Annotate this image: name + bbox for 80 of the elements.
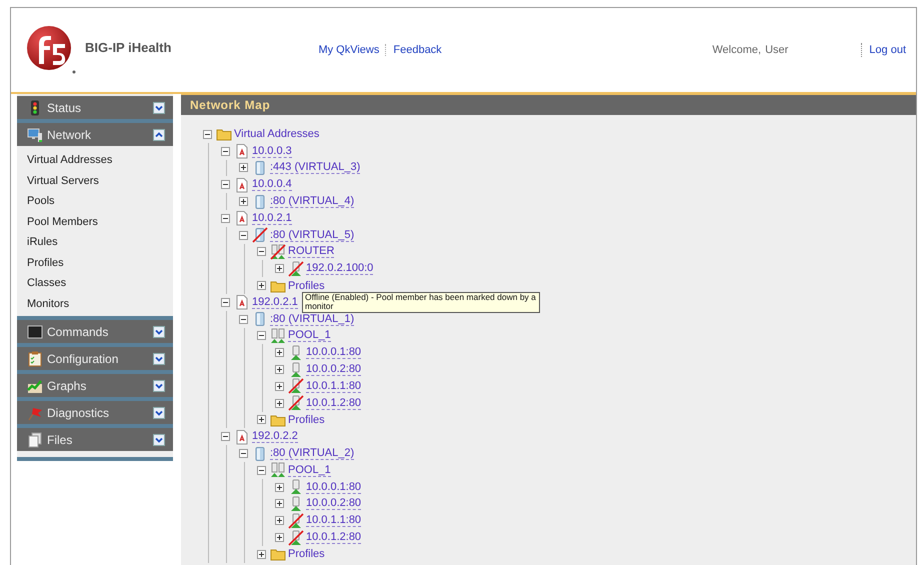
sidebar-section-header[interactable]: Configuration (17, 347, 173, 370)
collapse-icon[interactable] (221, 180, 231, 190)
collapse-icon[interactable] (221, 214, 231, 223)
collapse-icon[interactable] (257, 331, 267, 340)
expand-icon[interactable] (257, 415, 267, 424)
tree-node-link[interactable]: 10.0.0.4 (252, 178, 292, 192)
tooltip: Offline (Enabled) - Pool member has been marked down by a monitor (302, 292, 540, 312)
clipboard-icon (27, 350, 43, 366)
tree-node-link[interactable]: Profiles (288, 280, 325, 292)
sidebar-section-header[interactable]: Commands (17, 320, 173, 343)
expand-icon[interactable] (275, 533, 285, 542)
tree-node-link[interactable]: 10.0.2.1 (252, 212, 292, 225)
sidebar-item[interactable]: Profiles (27, 256, 64, 269)
expand-icon[interactable] (275, 482, 285, 492)
expand-icon[interactable] (275, 516, 285, 526)
collapse-icon[interactable] (203, 130, 213, 139)
sidebar-section-header[interactable]: Network (17, 123, 173, 146)
collapse-icon[interactable] (221, 298, 231, 307)
expand-icon[interactable] (275, 398, 285, 408)
tree-node-link[interactable]: POOL_1 (288, 329, 331, 342)
collapse-icon[interactable] (239, 230, 249, 240)
tree-node-link[interactable]: :80 (VIRTUAL_4) (270, 195, 354, 208)
expand-icon[interactable] (257, 550, 267, 559)
sidebar-item[interactable]: Virtual Servers (27, 174, 99, 187)
expand-icon[interactable] (257, 281, 267, 290)
header-link[interactable]: Feedback (393, 44, 442, 56)
collapse-icon[interactable] (257, 247, 267, 256)
tree-node-link[interactable]: 10.0.1.2:80 (306, 396, 362, 410)
welcome-text: Welcome, (712, 44, 762, 56)
terminal-icon (27, 324, 43, 340)
expand-icon[interactable] (275, 348, 285, 358)
sidebar-section-header[interactable]: Graphs (17, 374, 173, 397)
sidebar-item[interactable]: Virtual Addresses (27, 154, 112, 166)
tree-node-link[interactable]: 192.0.2.100:0 (306, 262, 374, 276)
sidebar-item[interactable]: iRules (27, 236, 58, 248)
tree-node-link[interactable]: :443 (VIRTUAL_3) (270, 161, 360, 174)
sidebar-item[interactable]: Classes (27, 277, 66, 290)
sidebar-item[interactable]: Monitors (27, 298, 70, 310)
expand-icon[interactable] (275, 499, 285, 508)
tree-node-link[interactable]: 10.0.0.2:80 (306, 363, 362, 376)
user-name: User (765, 44, 788, 56)
chart-icon (27, 378, 43, 394)
panel-title: Network Map (181, 95, 916, 115)
expand-icon[interactable] (275, 264, 285, 274)
tree-node-link[interactable]: 10.0.1.1:80 (306, 380, 362, 393)
expand-icon[interactable] (239, 197, 249, 206)
tree-node-link[interactable]: ROUTER (288, 245, 334, 258)
tree-node-link[interactable]: 192.0.2.1 (252, 296, 298, 309)
tree-node-link[interactable]: 192.0.2.2 (252, 430, 298, 444)
monitor-icon (27, 126, 43, 142)
expand-icon[interactable] (275, 365, 285, 374)
logo-icon (25, 24, 77, 76)
tree-node-link[interactable]: :80 (VIRTUAL_2) (270, 447, 354, 460)
tree-node-link[interactable]: 10.0.0.3 (252, 144, 292, 158)
tree-node-link[interactable]: Virtual Addresses (234, 128, 320, 140)
collapse-icon[interactable] (221, 432, 231, 442)
sidebar-section-header[interactable]: Status (17, 96, 173, 119)
expand-icon[interactable] (275, 382, 285, 391)
tree-node-link[interactable]: 10.0.1.2:80 (306, 531, 362, 544)
tree-node-link[interactable]: 10.0.0.1:80 (306, 346, 362, 360)
tree-node-link[interactable]: Profiles (288, 548, 325, 560)
expand-icon[interactable] (239, 163, 249, 172)
files-icon (27, 432, 43, 448)
tree-node-link[interactable]: 10.0.1.1:80 (306, 514, 362, 528)
header-link[interactable]: My QkViews (318, 44, 380, 56)
tree-node-link[interactable]: POOL_1 (288, 464, 331, 477)
sidebar-section-header[interactable]: Files (17, 428, 173, 451)
collapse-icon[interactable] (239, 449, 249, 458)
tree-node-link[interactable]: 10.0.0.2:80 (306, 497, 362, 510)
sidebar-item[interactable]: Pool Members (27, 216, 98, 228)
sidebar-section-header[interactable]: Diagnostics (17, 401, 173, 424)
collapse-icon[interactable] (221, 146, 231, 156)
sidebar-item[interactable]: Pools (27, 195, 55, 208)
product-name: BIG-IP iHealth (85, 40, 172, 54)
tree-node-link[interactable]: 10.0.0.1:80 (306, 480, 362, 494)
collapse-icon[interactable] (239, 314, 249, 324)
tree-node-link[interactable]: Profiles (288, 414, 325, 426)
collapse-icon[interactable] (257, 466, 267, 475)
tree-node-link[interactable]: :80 (VIRTUAL_5) (270, 228, 354, 242)
logout-link[interactable]: Log out (869, 44, 906, 56)
